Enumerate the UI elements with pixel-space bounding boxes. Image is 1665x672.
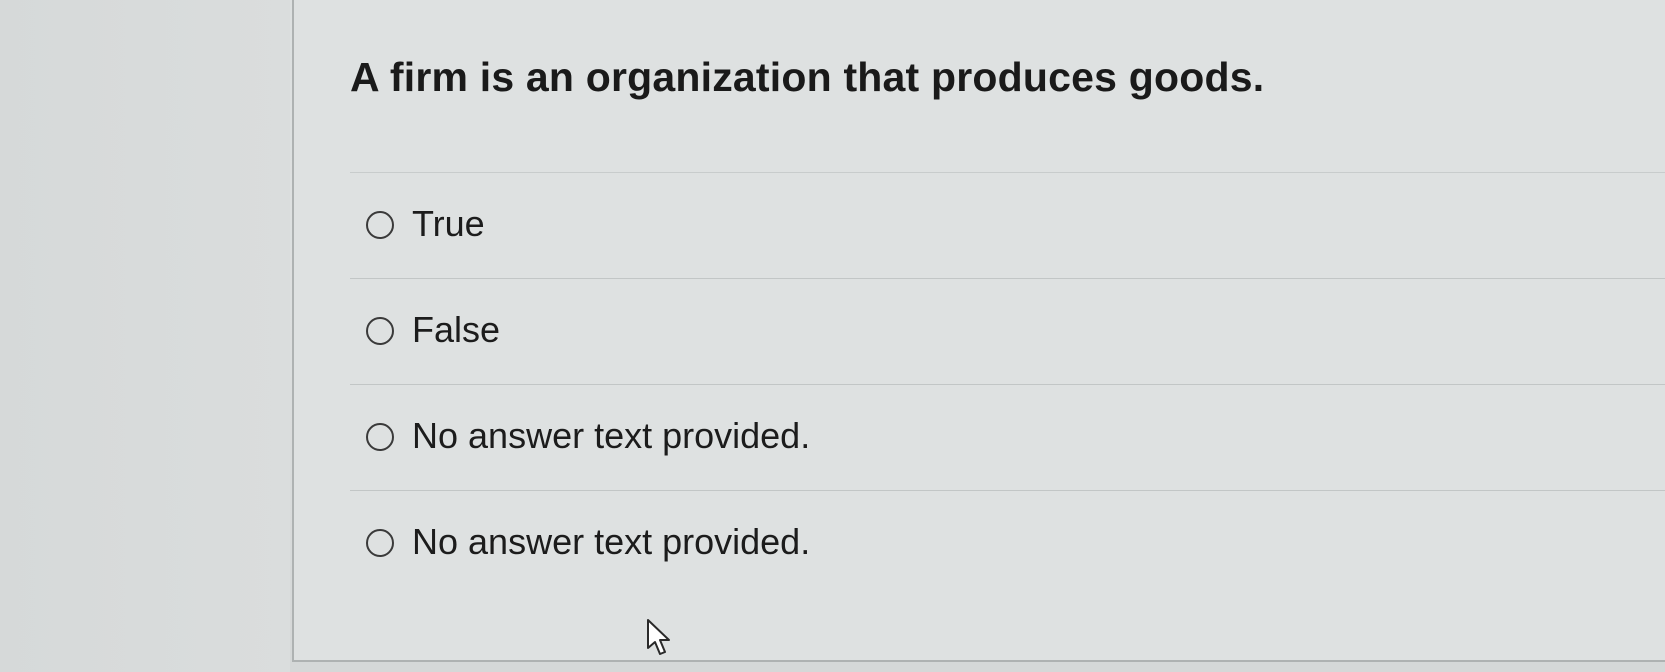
answer-option-3[interactable]: No answer text provided.	[350, 384, 1665, 490]
answer-options: True False No answer text provided. No a…	[350, 172, 1665, 596]
radio-unselected-icon[interactable]	[366, 529, 394, 557]
mouse-pointer-icon	[647, 619, 670, 655]
answer-option-label[interactable]: No answer text provided.	[412, 521, 810, 563]
answer-option-label[interactable]: False	[412, 309, 500, 351]
question-panel: A firm is an organization that produces …	[292, 0, 1665, 662]
answer-option-label[interactable]: No answer text provided.	[412, 415, 810, 457]
radio-unselected-icon[interactable]	[366, 317, 394, 345]
radio-unselected-icon[interactable]	[366, 423, 394, 451]
answer-option-label[interactable]: True	[412, 203, 485, 245]
answer-option-4[interactable]: No answer text provided.	[350, 490, 1665, 596]
left-margin	[0, 0, 290, 672]
question-text: A firm is an organization that produces …	[350, 54, 1265, 100]
answer-option-true[interactable]: True	[350, 172, 1665, 278]
radio-unselected-icon[interactable]	[366, 211, 394, 239]
answer-option-false[interactable]: False	[350, 278, 1665, 384]
